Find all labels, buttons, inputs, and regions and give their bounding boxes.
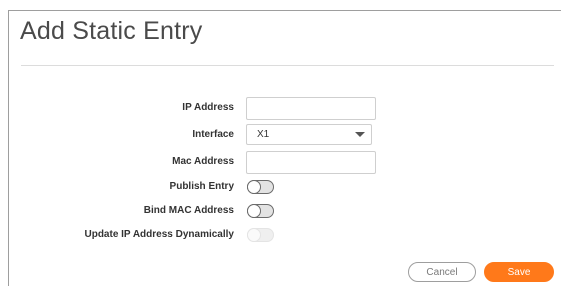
- cancel-button[interactable]: Cancel: [408, 262, 476, 282]
- toggle-knob: [247, 204, 261, 218]
- toggle-knob: [247, 180, 261, 194]
- ip-address-label: IP Address: [182, 102, 234, 113]
- chevron-down-icon: [355, 132, 365, 137]
- mac-address-input[interactable]: [246, 151, 376, 174]
- publish-entry-label: Publish Entry: [169, 181, 234, 192]
- mac-address-label: Mac Address: [172, 156, 234, 167]
- interface-select[interactable]: X1: [246, 124, 372, 145]
- update-ip-dynamically-label: Update IP Address Dynamically: [84, 229, 234, 240]
- dialog-border-top: [8, 10, 561, 11]
- update-ip-dynamically-toggle[interactable]: [247, 228, 274, 242]
- bind-mac-address-label: Bind MAC Address: [143, 205, 234, 216]
- save-button[interactable]: Save: [484, 262, 554, 282]
- bind-mac-address-toggle[interactable]: [247, 204, 274, 218]
- interface-select-value: X1: [257, 129, 270, 140]
- dialog-border-left: [8, 10, 9, 286]
- dialog-title: Add Static Entry: [20, 17, 203, 45]
- title-divider: [21, 65, 554, 66]
- toggle-knob: [247, 228, 261, 242]
- interface-label: Interface: [192, 129, 234, 140]
- ip-address-input[interactable]: [246, 97, 376, 120]
- publish-entry-toggle[interactable]: [247, 180, 274, 194]
- add-static-entry-dialog: Add Static Entry IP Address Interface X1…: [0, 0, 561, 286]
